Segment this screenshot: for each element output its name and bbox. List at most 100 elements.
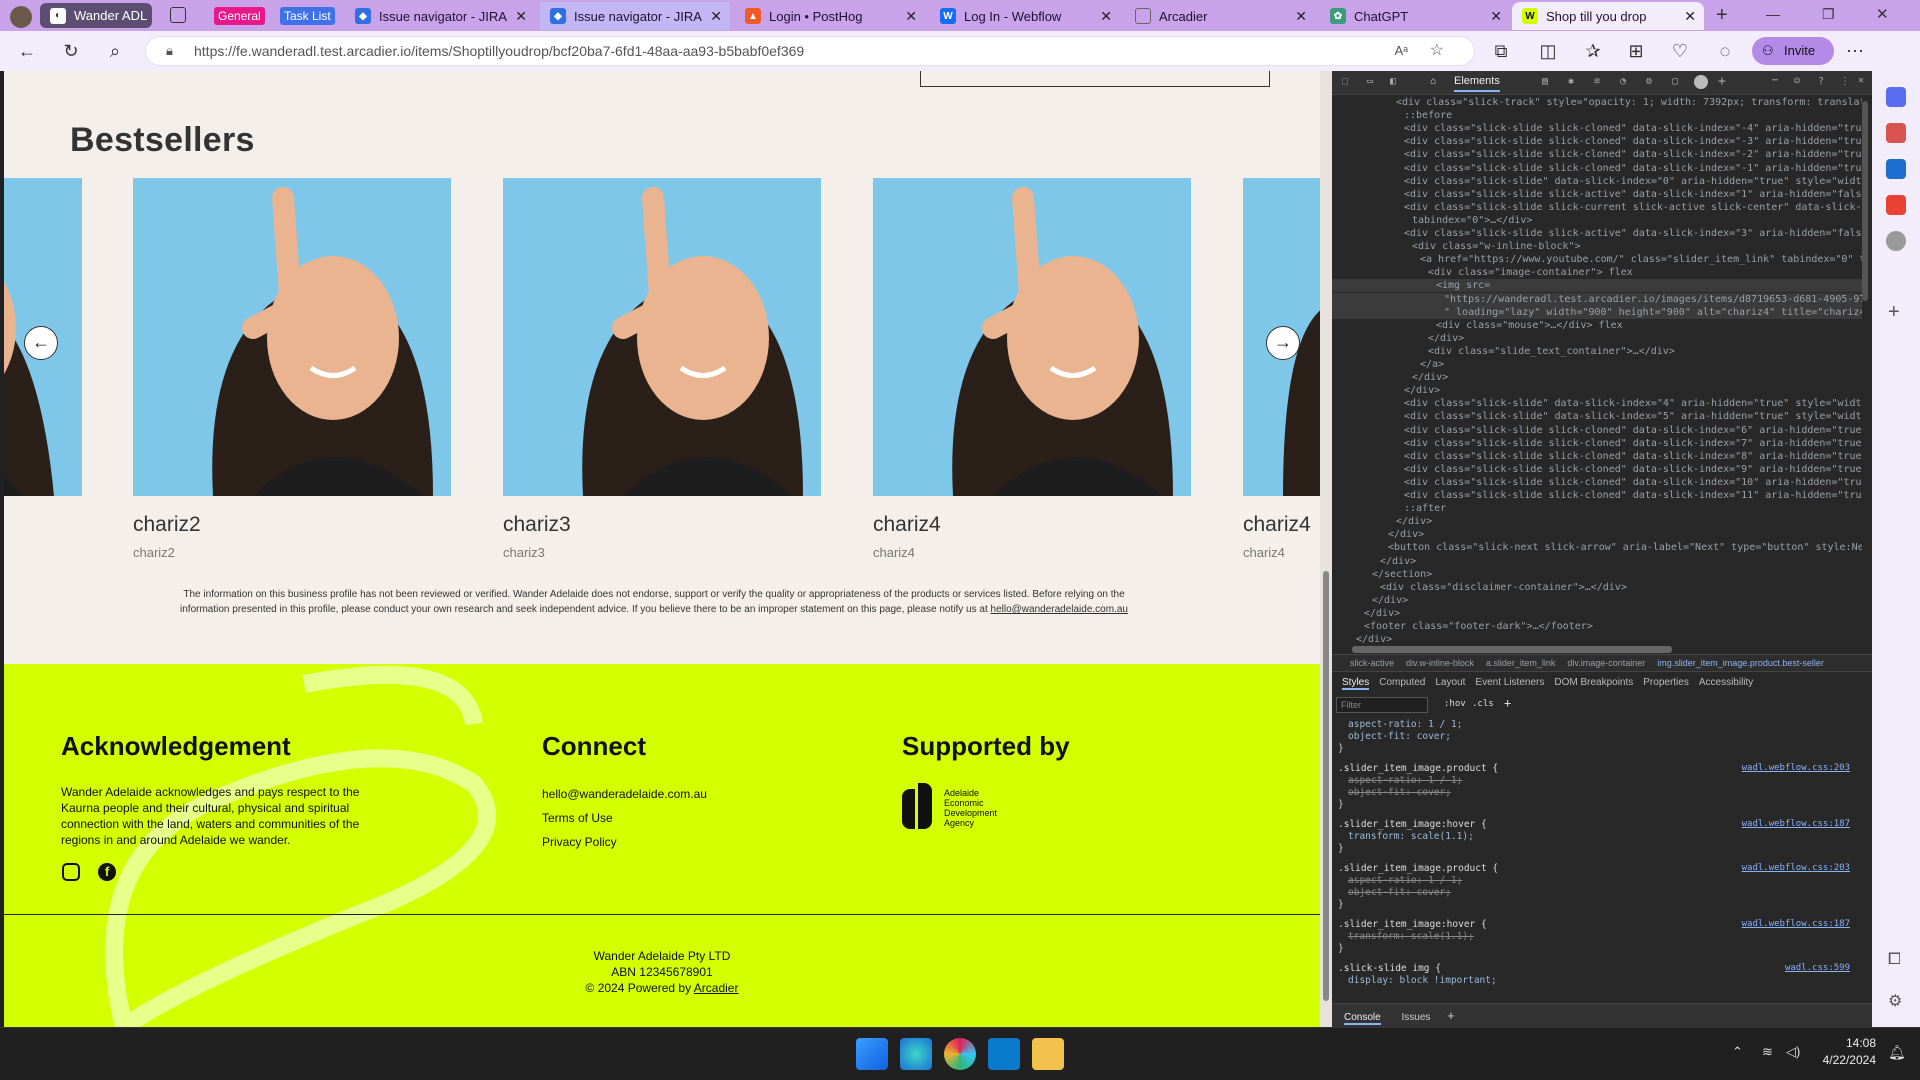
wifi-icon[interactable]: ≋ xyxy=(1762,1044,1773,1060)
tab-jira-2[interactable]: ◆ Issue navigator - JIRA ✕ xyxy=(540,2,730,30)
close-icon[interactable]: ✕ xyxy=(1295,8,1307,25)
dom-scrollbar[interactable] xyxy=(1862,101,1868,301)
sidebar-app-icon[interactable] xyxy=(1886,231,1906,251)
css-selector[interactable]: .slider_item_image:hover { xyxy=(1338,819,1487,831)
dom-node[interactable]: <div class="slick-slide slick-cloned" da… xyxy=(1332,148,1862,161)
close-icon[interactable]: ✕ xyxy=(1100,8,1112,25)
product-card[interactable]: chariz2 chariz2 xyxy=(133,178,451,560)
css-source-link[interactable]: wadl.webflow.css:187 xyxy=(1742,819,1850,829)
slider-next-button[interactable]: → xyxy=(1266,326,1300,360)
dom-node[interactable]: <div class="image-container"> flex xyxy=(1332,266,1862,279)
css-declaration[interactable]: } xyxy=(1338,799,1344,811)
styles-pane[interactable]: aspect-ratio: 1 / 1; object-fit: cover;}.… xyxy=(1332,719,1862,1001)
close-icon[interactable]: ✕ xyxy=(710,8,722,25)
css-source-link[interactable]: wadl.css:599 xyxy=(1785,963,1850,973)
favorites-icon[interactable]: ✰ xyxy=(1580,39,1606,65)
product-card[interactable]: chariz3 chariz3 xyxy=(503,178,821,560)
dom-node[interactable]: </div> xyxy=(1332,371,1862,384)
tab-group-general[interactable]: General xyxy=(214,7,265,25)
sidebar-settings-icon[interactable]: ⚙ xyxy=(1888,991,1902,1011)
tab-group-task-list[interactable]: Task List xyxy=(280,7,335,25)
dom-node[interactable]: <div class="slick-track" style="opacity:… xyxy=(1332,96,1862,109)
product-image[interactable] xyxy=(133,178,451,496)
css-declaration[interactable]: } xyxy=(1338,743,1344,755)
styles-tab[interactable]: Properties xyxy=(1643,677,1689,688)
product-card[interactable]: chariz4 chariz4 xyxy=(1243,178,1320,560)
bug-icon[interactable]: ✱ xyxy=(1568,76,1574,87)
css-declaration[interactable]: object-fit: cover; xyxy=(1338,731,1451,743)
dom-node[interactable]: <footer class="footer-dark">…</footer> xyxy=(1332,620,1862,633)
product-name[interactable]: chariz2 xyxy=(133,513,451,537)
privacy-link[interactable]: Privacy Policy xyxy=(542,834,617,850)
instagram-icon[interactable] xyxy=(62,863,80,881)
close-window-button[interactable]: ✕ xyxy=(1876,5,1889,23)
css-declaration[interactable]: } xyxy=(1338,899,1344,911)
dom-node[interactable]: "https://wanderadl.test.arcadier.io/imag… xyxy=(1332,292,1862,306)
breadcrumb-item[interactable]: img.slider_item_image.product.best-selle… xyxy=(1657,658,1824,668)
dom-node[interactable]: <div class="slick-slide" data-slick-inde… xyxy=(1332,175,1862,188)
url-field[interactable]: 🔒︎ https://fe.wanderadl.test.arcadier.io… xyxy=(145,36,1475,66)
arcadier-link[interactable]: Arcadier xyxy=(694,981,739,995)
dom-node[interactable]: <a href="https://www.youtube.com/" class… xyxy=(1332,253,1862,266)
css-declaration[interactable]: aspect-ratio: 1 / 1; xyxy=(1338,719,1462,731)
minimize-button[interactable]: — xyxy=(1766,6,1780,22)
search-icon[interactable]: ⌕ xyxy=(102,39,128,65)
dom-node[interactable]: <div class="w-inline-block"> xyxy=(1332,240,1862,253)
scrollbar-thumb[interactable] xyxy=(1323,571,1329,1001)
dom-node[interactable]: </div> xyxy=(1332,384,1862,397)
home-icon[interactable]: ⌂ xyxy=(1430,76,1436,87)
tab-jira-1[interactable]: ◆ Issue navigator - JIRA ✕ xyxy=(345,2,535,30)
tab-posthog[interactable]: ▲ Login • PostHog ✕ xyxy=(735,2,925,30)
styles-tab[interactable]: Event Listeners xyxy=(1475,677,1544,688)
dom-node[interactable]: </div> xyxy=(1332,594,1862,607)
css-selector[interactable]: .slider_item_image:hover { xyxy=(1338,919,1487,931)
refresh-button[interactable]: ↻ xyxy=(58,39,84,65)
dom-node[interactable]: ::before xyxy=(1332,109,1862,122)
css-selector[interactable]: .slider_item_image.product { xyxy=(1338,763,1498,775)
breadcrumb-item[interactable]: div.image-container xyxy=(1567,658,1645,668)
close-icon[interactable]: ✕ xyxy=(905,8,917,25)
product-card[interactable]: chariz4 chariz4 xyxy=(873,178,1191,560)
clock[interactable]: 14:08 4/22/2024 xyxy=(1816,1036,1876,1067)
styles-tab[interactable]: Accessibility xyxy=(1699,677,1753,688)
styles-filter-input[interactable]: Filter xyxy=(1336,697,1428,713)
dom-node[interactable]: <div class="slide_text_container">…</div… xyxy=(1332,345,1862,358)
css-declaration[interactable]: object-fit: cover; xyxy=(1338,787,1451,799)
new-tab-button[interactable]: + xyxy=(1716,4,1728,27)
breadcrumb-item[interactable]: slick-active xyxy=(1350,658,1394,668)
dom-node[interactable]: <button class="slick-next slick-arrow" a… xyxy=(1332,541,1862,554)
dom-node[interactable]: <div class="slick-slide slick-cloned" da… xyxy=(1332,476,1862,489)
css-declaration[interactable]: } xyxy=(1338,843,1344,855)
feedback-icon[interactable]: ◌ xyxy=(1712,39,1738,65)
dom-node[interactable]: </div> xyxy=(1332,528,1862,541)
dom-node[interactable]: <div class="slick-slide slick-current sl… xyxy=(1332,201,1862,214)
network-icon[interactable]: ≋ xyxy=(1594,76,1600,87)
dom-node[interactable]: tabindex="0">…</div> xyxy=(1332,214,1862,227)
dom-node[interactable]: ::after xyxy=(1332,502,1862,515)
dom-node[interactable]: </div> xyxy=(1332,515,1862,528)
dom-node[interactable]: <div class="slick-slide slick-cloned" da… xyxy=(1332,424,1862,437)
tab-issues[interactable]: Issues xyxy=(1401,1012,1430,1023)
collections-icon[interactable]: ⊞ xyxy=(1623,39,1649,65)
start-icon[interactable] xyxy=(856,1038,888,1070)
page-scrollbar[interactable] xyxy=(1320,71,1332,1027)
close-icon[interactable]: ✕ xyxy=(515,8,527,25)
product-image[interactable] xyxy=(503,178,821,496)
tab-shop-till-you-drop[interactable]: W Shop till you drop ✕ xyxy=(1512,2,1704,30)
favorite-star-icon[interactable]: ☆ xyxy=(1430,37,1444,65)
dom-node[interactable]: </div> xyxy=(1332,607,1862,620)
more-tools-icon[interactable]: + xyxy=(1718,74,1726,89)
dom-node[interactable]: <div class="slick-slide" data-slick-inde… xyxy=(1332,397,1862,410)
horizontal-scrollbar[interactable] xyxy=(1352,646,1672,653)
breadcrumb-item[interactable]: div.w-inline-block xyxy=(1406,658,1474,668)
restore-button[interactable]: ❐ xyxy=(1822,6,1835,23)
dom-node[interactable]: <div class="slick-slide slick-cloned" da… xyxy=(1332,162,1862,175)
sidebar-outlook-icon[interactable] xyxy=(1886,159,1906,179)
product-image[interactable] xyxy=(873,178,1191,496)
close-icon[interactable]: ✕ xyxy=(1858,75,1864,86)
disclaimer-email-link[interactable]: hello@wanderadelaide.com.au xyxy=(991,604,1128,615)
styles-tab[interactable]: Layout xyxy=(1435,677,1465,688)
css-source-link[interactable]: wadl.webflow.css:203 xyxy=(1742,863,1850,873)
dom-node[interactable]: " loading="lazy" width="900" height="900… xyxy=(1332,305,1862,319)
slack-icon[interactable] xyxy=(944,1038,976,1070)
